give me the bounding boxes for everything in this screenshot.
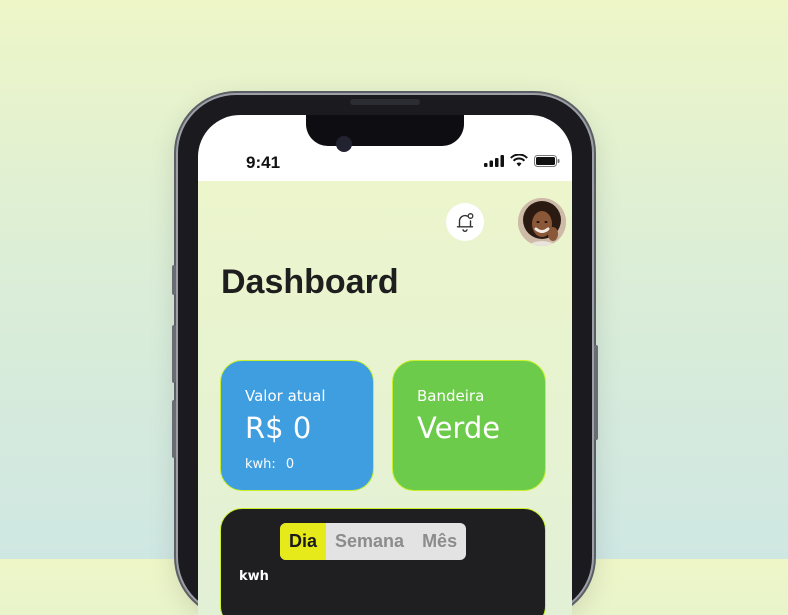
front-camera	[336, 136, 352, 152]
avatar[interactable]	[518, 198, 566, 246]
current-value-amount: R$ 0	[245, 411, 312, 445]
speaker-grille	[350, 99, 420, 105]
wifi-icon	[510, 154, 528, 167]
battery-icon	[534, 154, 560, 167]
app-screen: 9:41 Dashboard Valor atual R$ 0 kwh: 0 B…	[198, 115, 572, 615]
notification-button[interactable]	[446, 203, 484, 241]
volume-down-button	[172, 400, 176, 458]
page-title: Dashboard	[221, 263, 399, 301]
cellular-signal-icon	[484, 154, 504, 167]
consumption-card: Dia Semana Mês kwh	[220, 508, 546, 615]
phone-frame: 9:41 Dashboard Valor atual R$ 0 kwh: 0 B…	[172, 95, 598, 615]
current-value-label: Valor atual	[245, 387, 326, 405]
bell-icon	[456, 213, 474, 232]
period-tabs: Dia Semana Mês	[280, 523, 467, 560]
power-button	[594, 345, 598, 440]
status-icons	[484, 154, 560, 167]
notch	[306, 115, 464, 146]
flag-label: Bandeira	[417, 387, 485, 405]
kwh-readout: kwh: 0	[245, 457, 294, 472]
status-time: 9:41	[246, 153, 281, 172]
chart-unit-label: kwh	[239, 569, 269, 584]
tab-month[interactable]: Mês	[413, 523, 466, 560]
tab-week[interactable]: Semana	[326, 523, 413, 560]
flag-value: Verde	[417, 411, 501, 445]
tab-day[interactable]: Dia	[280, 523, 327, 560]
user-photo	[518, 198, 566, 246]
kwh-value: 0	[285, 457, 295, 472]
silent-switch	[172, 265, 176, 295]
kwh-label: kwh:	[245, 457, 276, 472]
current-value-card[interactable]: Valor atual R$ 0 kwh: 0	[220, 360, 374, 491]
flag-card[interactable]: Bandeira Verde	[392, 360, 546, 491]
volume-up-button	[172, 325, 176, 383]
